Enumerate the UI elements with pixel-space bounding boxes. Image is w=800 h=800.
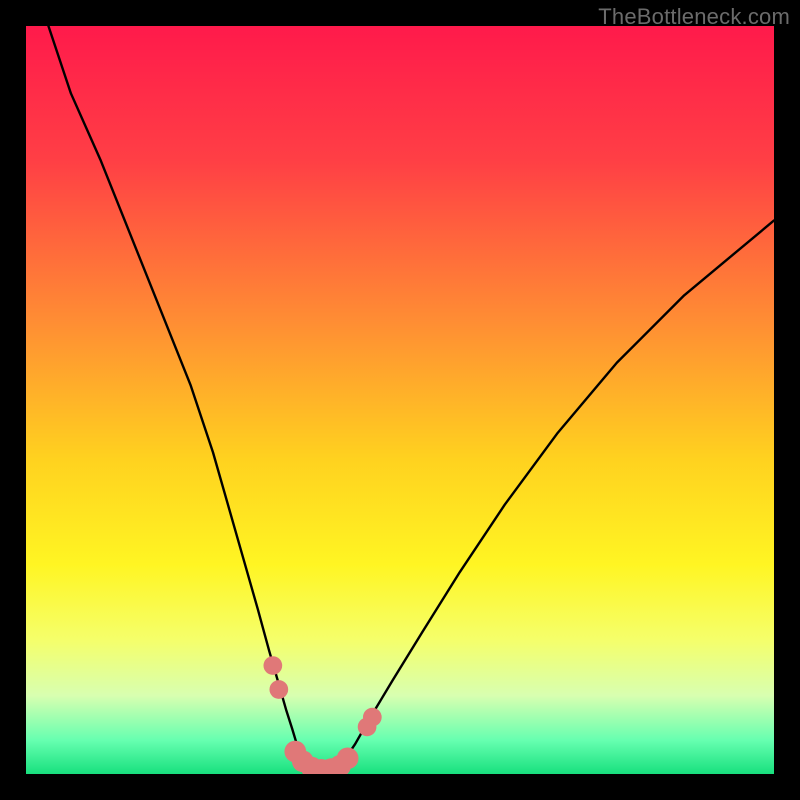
chart-background xyxy=(26,26,774,774)
marker-point xyxy=(263,656,282,675)
marker-point xyxy=(363,708,382,727)
marker-point xyxy=(337,747,359,769)
marker-point xyxy=(269,680,288,699)
chart-frame: TheBottleneck.com xyxy=(0,0,800,800)
watermark-text: TheBottleneck.com xyxy=(598,4,790,30)
chart-plot xyxy=(26,26,774,774)
